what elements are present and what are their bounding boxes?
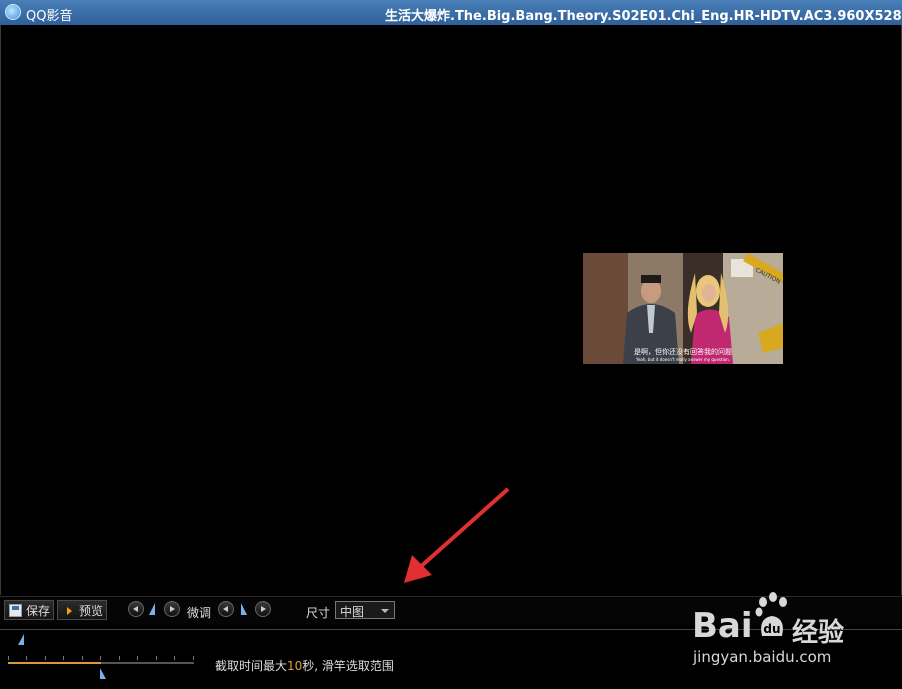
range-end-handle[interactable] <box>100 668 106 679</box>
start-step-back-button[interactable] <box>128 601 144 617</box>
end-marker-icon <box>241 603 247 615</box>
slider-tick <box>26 656 27 660</box>
slider-tick <box>119 656 120 660</box>
triangle-right-icon <box>261 606 266 612</box>
title-bar: QQ影音 生活大爆炸.The.Big.Bang.Theory.S02E01.Ch… <box>0 0 902 26</box>
qq-player-logo-icon <box>5 4 21 20</box>
capture-hint: 截取时间最大10秒, 滑竿选取范围 <box>215 657 394 674</box>
paw-icon: du <box>755 592 787 636</box>
size-select[interactable]: 中图 <box>335 601 395 619</box>
watermark-brand: Bai <box>692 606 753 646</box>
slider-tick <box>82 656 83 660</box>
preview-button[interactable]: 预览 <box>57 600 107 620</box>
file-title: 生活大爆炸.The.Big.Bang.Theory.S02E01.Chi_Eng… <box>385 9 902 24</box>
hint-prefix: 截取时间最大 <box>215 659 288 673</box>
svg-text:du: du <box>763 622 780 636</box>
range-start-handle[interactable] <box>18 634 24 645</box>
subtitle-chinese: 是啊，但你还没有回答我的问题 <box>634 347 732 356</box>
save-icon <box>9 604 22 617</box>
slider-tick <box>137 656 138 660</box>
triangle-right-icon <box>170 606 175 612</box>
chevron-down-icon <box>381 609 389 613</box>
size-select-value: 中图 <box>340 605 365 619</box>
start-marker-icon <box>149 603 155 615</box>
end-step-forward-button[interactable] <box>255 601 271 617</box>
screenshot-preview-thumbnail: CAUTION 是啊，但你还没有回答我的问题 Yeah, but it does… <box>583 253 783 364</box>
slider-tick <box>193 656 194 660</box>
size-label: 尺寸 <box>306 606 331 620</box>
subtitle-english: Yeah, but it doesn't really answer my qu… <box>635 357 730 362</box>
triangle-left-icon <box>133 606 138 612</box>
play-icon <box>67 607 72 615</box>
start-step-forward-button[interactable] <box>164 601 180 617</box>
fine-tune-label: 微调 <box>187 606 212 620</box>
save-button[interactable]: 保存 <box>4 600 54 620</box>
watermark-suffix: 经验 <box>792 618 845 648</box>
slider-tick <box>156 656 157 660</box>
slider-tick <box>8 656 9 660</box>
preview-button-label: 预览 <box>79 604 104 618</box>
end-step-back-button[interactable] <box>218 601 234 617</box>
range-slider[interactable] <box>8 632 194 682</box>
slider-tick <box>174 656 175 660</box>
save-button-label: 保存 <box>26 604 51 618</box>
triangle-left-icon <box>223 606 228 612</box>
annotation-arrow <box>404 487 510 583</box>
watermark-url: jingyan.baidu.com <box>693 648 832 666</box>
hint-max-seconds: 10 <box>287 659 303 673</box>
slider-tick <box>100 656 101 660</box>
selected-range-fill <box>8 662 101 664</box>
baidu-jingyan-watermark: Bai du 经验 jingyan.baidu.com <box>692 590 892 670</box>
hint-suffix: 秒, 滑竿选取范围 <box>302 659 394 673</box>
app-name: QQ影音 <box>26 9 73 24</box>
slider-tick <box>63 656 64 660</box>
preview-scene: CAUTION 是啊，但你还没有回答我的问题 Yeah, but it does… <box>583 253 783 364</box>
slider-tick <box>45 656 46 660</box>
